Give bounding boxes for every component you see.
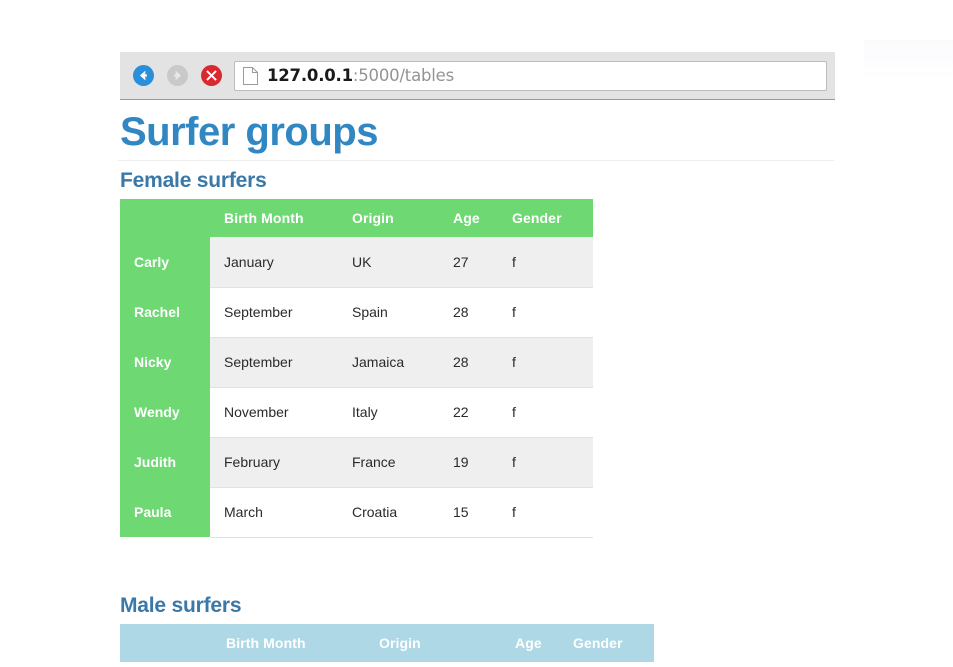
- row-birth-month: September: [210, 337, 338, 388]
- female-table-wrap: Birth Month Origin Age Gender Carly Janu…: [0, 199, 953, 538]
- url-host: 127.0.0.1: [267, 66, 353, 85]
- header-cell-name: [120, 199, 210, 237]
- female-table-head: Birth Month Origin Age Gender: [120, 199, 593, 237]
- stop-x-icon: [200, 65, 222, 86]
- forward-button[interactable]: [160, 59, 194, 93]
- row-birth-month: September: [210, 287, 338, 338]
- table-row: Rachel September Spain 28 f: [120, 287, 593, 338]
- female-surfers-table: Birth Month Origin Age Gender Carly Janu…: [120, 199, 593, 538]
- page-document-icon: [243, 66, 258, 85]
- row-name: Paula: [120, 487, 210, 537]
- header-cell-gender: Gender: [573, 634, 623, 651]
- table-row: Judith February France 19 f: [120, 437, 593, 488]
- row-gender: f: [498, 487, 593, 538]
- table-row: Paula March Croatia 15 f: [120, 487, 593, 538]
- table-row: Wendy November Italy 22 f: [120, 387, 593, 438]
- row-origin: Croatia: [338, 487, 439, 538]
- forward-arrow-icon: [166, 65, 188, 86]
- header-cell-month: Birth Month: [226, 634, 306, 651]
- section-heading-male: Male surfers: [120, 593, 242, 617]
- row-gender: f: [498, 437, 593, 488]
- row-birth-month: February: [210, 437, 338, 488]
- row-age: 27: [439, 237, 498, 288]
- header-cell-age: Age: [515, 634, 542, 651]
- row-name: Rachel: [120, 287, 210, 337]
- row-gender: f: [498, 287, 593, 338]
- row-name: Judith: [120, 437, 210, 487]
- title-divider: [118, 160, 834, 161]
- male-surfers-table: Birth Month Origin Age Gender: [120, 623, 654, 662]
- table-header-row: Birth Month Origin Age Gender: [120, 623, 654, 662]
- header-cell-age: Age: [453, 210, 480, 226]
- row-gender: f: [498, 337, 593, 388]
- row-birth-month: November: [210, 387, 338, 438]
- url-path: :5000/tables: [352, 66, 454, 85]
- section-heading-female: Female surfers: [120, 169, 267, 192]
- row-name: Nicky: [120, 337, 210, 387]
- row-age: 19: [439, 437, 498, 488]
- row-age: 28: [439, 287, 498, 338]
- row-gender: f: [498, 387, 593, 438]
- male-table-head: Birth Month Origin Age Gender: [120, 623, 654, 662]
- table-header-row: Birth Month Origin Age Gender: [120, 199, 593, 237]
- row-age: 28: [439, 337, 498, 388]
- row-name: Wendy: [120, 387, 210, 437]
- stop-button[interactable]: [194, 59, 228, 93]
- male-table-wrap: Birth Month Origin Age Gender: [0, 623, 953, 662]
- row-birth-month: January: [210, 237, 338, 288]
- page-title: Surfer groups: [120, 110, 378, 154]
- row-origin: Italy: [338, 387, 439, 438]
- table-row: Nicky September Jamaica 28 f: [120, 337, 593, 388]
- back-button[interactable]: [126, 59, 160, 93]
- table-row: Carly January UK 27 f: [120, 237, 593, 288]
- row-gender: f: [498, 237, 593, 288]
- background-panel: [864, 40, 953, 80]
- row-birth-month: March: [210, 487, 338, 538]
- row-age: 15: [439, 487, 498, 538]
- header-cell-gender: Gender: [512, 210, 562, 226]
- row-origin: UK: [338, 237, 439, 288]
- header-cell-name: [120, 624, 212, 662]
- row-age: 22: [439, 387, 498, 438]
- header-cell-month: Birth Month: [224, 210, 304, 226]
- address-bar-text: 127.0.0.1:5000/tables: [267, 66, 454, 85]
- back-arrow-icon: [132, 65, 154, 86]
- page-content: Surfer groups Female surfers Birth Month…: [0, 100, 953, 662]
- row-name: Carly: [120, 237, 210, 287]
- row-origin: Spain: [338, 287, 439, 338]
- address-bar[interactable]: 127.0.0.1:5000/tables: [234, 60, 827, 91]
- female-table-body: Carly January UK 27 f Rachel September S…: [120, 237, 593, 538]
- header-cell-origin: Origin: [352, 210, 394, 226]
- row-origin: Jamaica: [338, 337, 439, 388]
- browser-toolbar: 127.0.0.1:5000/tables: [120, 52, 835, 100]
- row-origin: France: [338, 437, 439, 488]
- header-cell-origin: Origin: [379, 634, 421, 651]
